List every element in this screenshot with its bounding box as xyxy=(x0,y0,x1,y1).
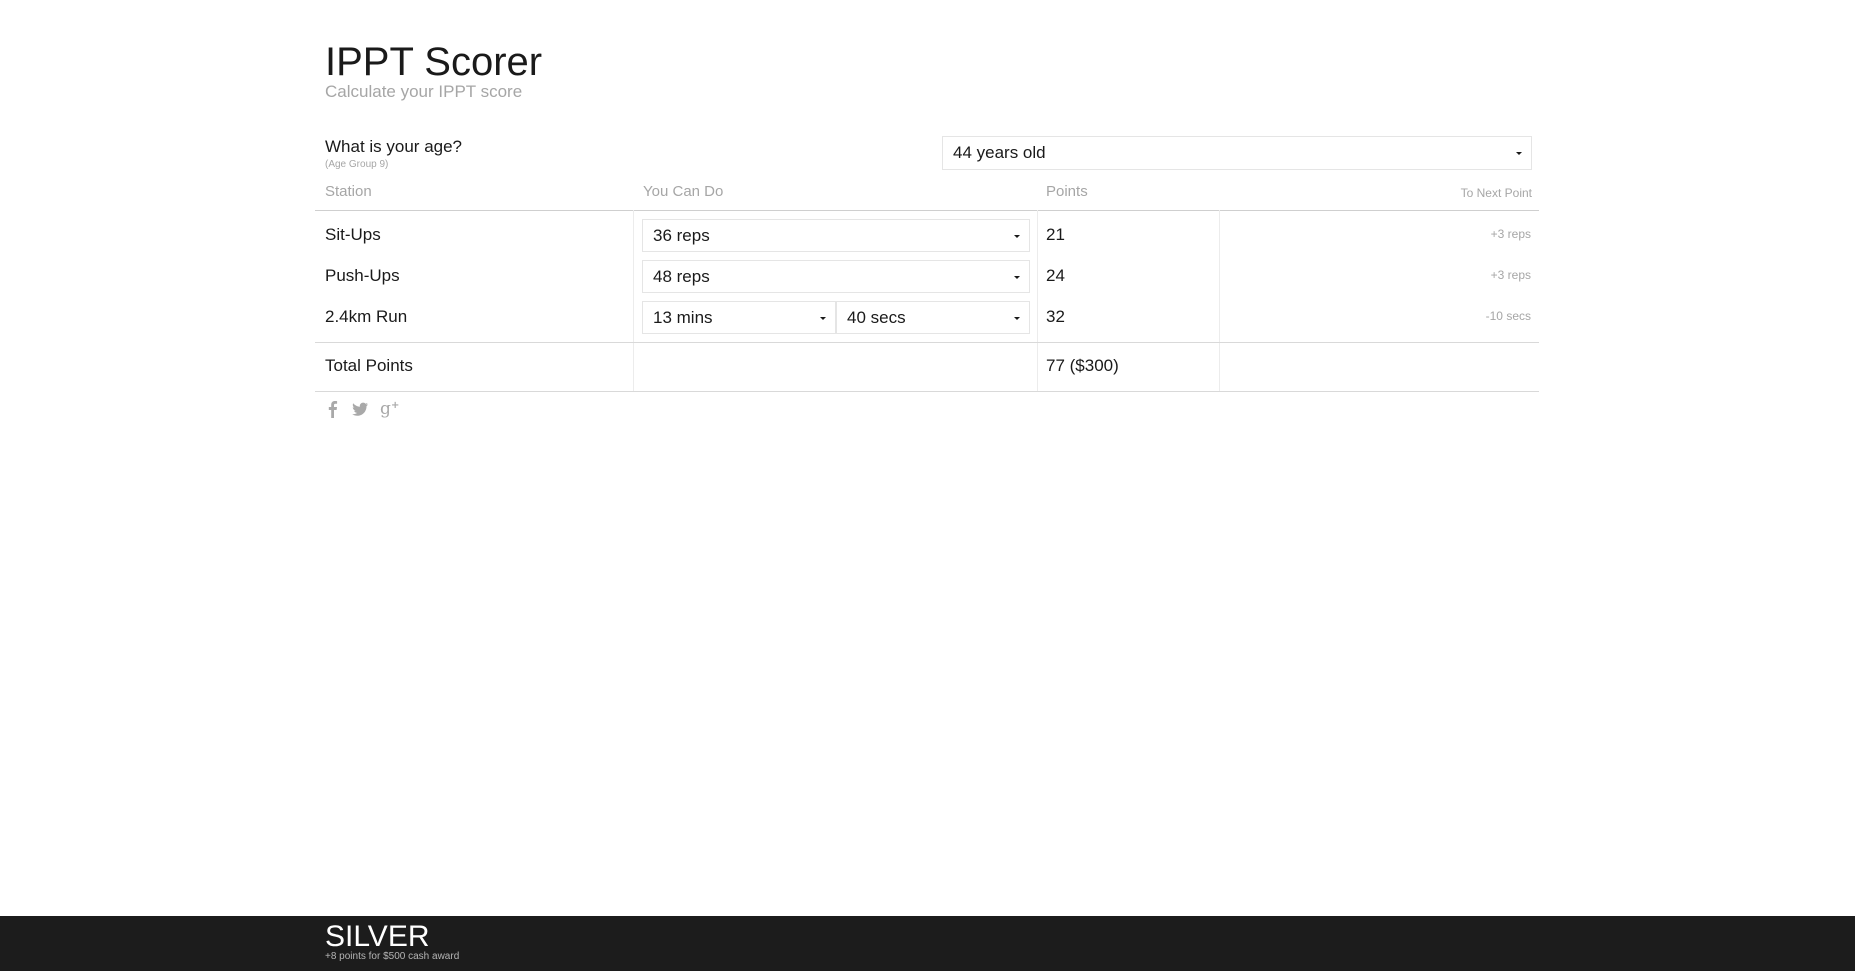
facebook-icon[interactable] xyxy=(325,399,341,424)
page-subtitle: Calculate your IPPT score xyxy=(325,82,523,101)
age-group-label: (Age Group 9) xyxy=(325,159,389,170)
run-seconds-select-value: 40 secs xyxy=(847,307,906,327)
svg-text:g: g xyxy=(380,399,391,419)
push-ups-select[interactable]: 48 reps xyxy=(642,260,1030,293)
twitter-icon[interactable] xyxy=(351,399,369,424)
award-note: +8 points for $500 cash award xyxy=(325,951,460,962)
age-select[interactable]: 44 years old xyxy=(942,136,1532,170)
header-divider xyxy=(315,210,1539,211)
column-header-to-next-point: To Next Point xyxy=(1460,186,1532,200)
total-points-label: Total Points xyxy=(325,356,413,375)
column-header-points: Points xyxy=(1046,183,1088,200)
award-level: SILVER xyxy=(325,920,430,953)
run-minutes-select-value: 13 mins xyxy=(653,307,713,327)
chevron-down-icon xyxy=(1014,316,1020,320)
column-separator xyxy=(1037,210,1038,392)
station-name: 2.4km Run xyxy=(325,307,408,326)
push-ups-select-value: 48 reps xyxy=(653,266,710,286)
points-value: 21 xyxy=(1046,225,1065,244)
column-header-station: Station xyxy=(325,183,372,200)
google-plus-icon[interactable]: g + xyxy=(379,398,401,425)
social-share: g + xyxy=(325,398,401,425)
station-name: Push-Ups xyxy=(325,266,400,285)
station-name: Sit-Ups xyxy=(325,225,381,244)
to-next-point-hint: +3 reps xyxy=(1490,268,1531,282)
run-seconds-select[interactable]: 40 secs xyxy=(836,301,1030,334)
chevron-down-icon xyxy=(820,316,826,320)
to-next-point-hint: -10 secs xyxy=(1485,309,1531,323)
svg-text:+: + xyxy=(391,400,399,411)
run-minutes-select[interactable]: 13 mins xyxy=(642,301,836,334)
points-value: 24 xyxy=(1046,266,1065,285)
age-select-value: 44 years old xyxy=(953,143,1046,162)
award-footer: SILVER +8 points for $500 cash award xyxy=(0,916,1855,971)
chevron-down-icon xyxy=(1014,234,1020,238)
sit-ups-select-value: 36 reps xyxy=(653,225,710,245)
rows-divider xyxy=(315,342,1539,343)
age-question-label: What is your age? xyxy=(325,137,463,156)
column-header-you-can-do: You Can Do xyxy=(643,183,724,200)
chevron-down-icon xyxy=(1516,152,1522,155)
page-title: IPPT Scorer xyxy=(325,40,543,84)
points-value: 32 xyxy=(1046,307,1065,326)
to-next-point-hint: +3 reps xyxy=(1490,227,1531,241)
sit-ups-select[interactable]: 36 reps xyxy=(642,219,1030,252)
total-divider xyxy=(315,391,1539,392)
chevron-down-icon xyxy=(1014,275,1020,279)
column-separator xyxy=(633,210,634,392)
total-points-value: 77 ($300) xyxy=(1046,356,1119,375)
column-separator xyxy=(1219,210,1220,392)
